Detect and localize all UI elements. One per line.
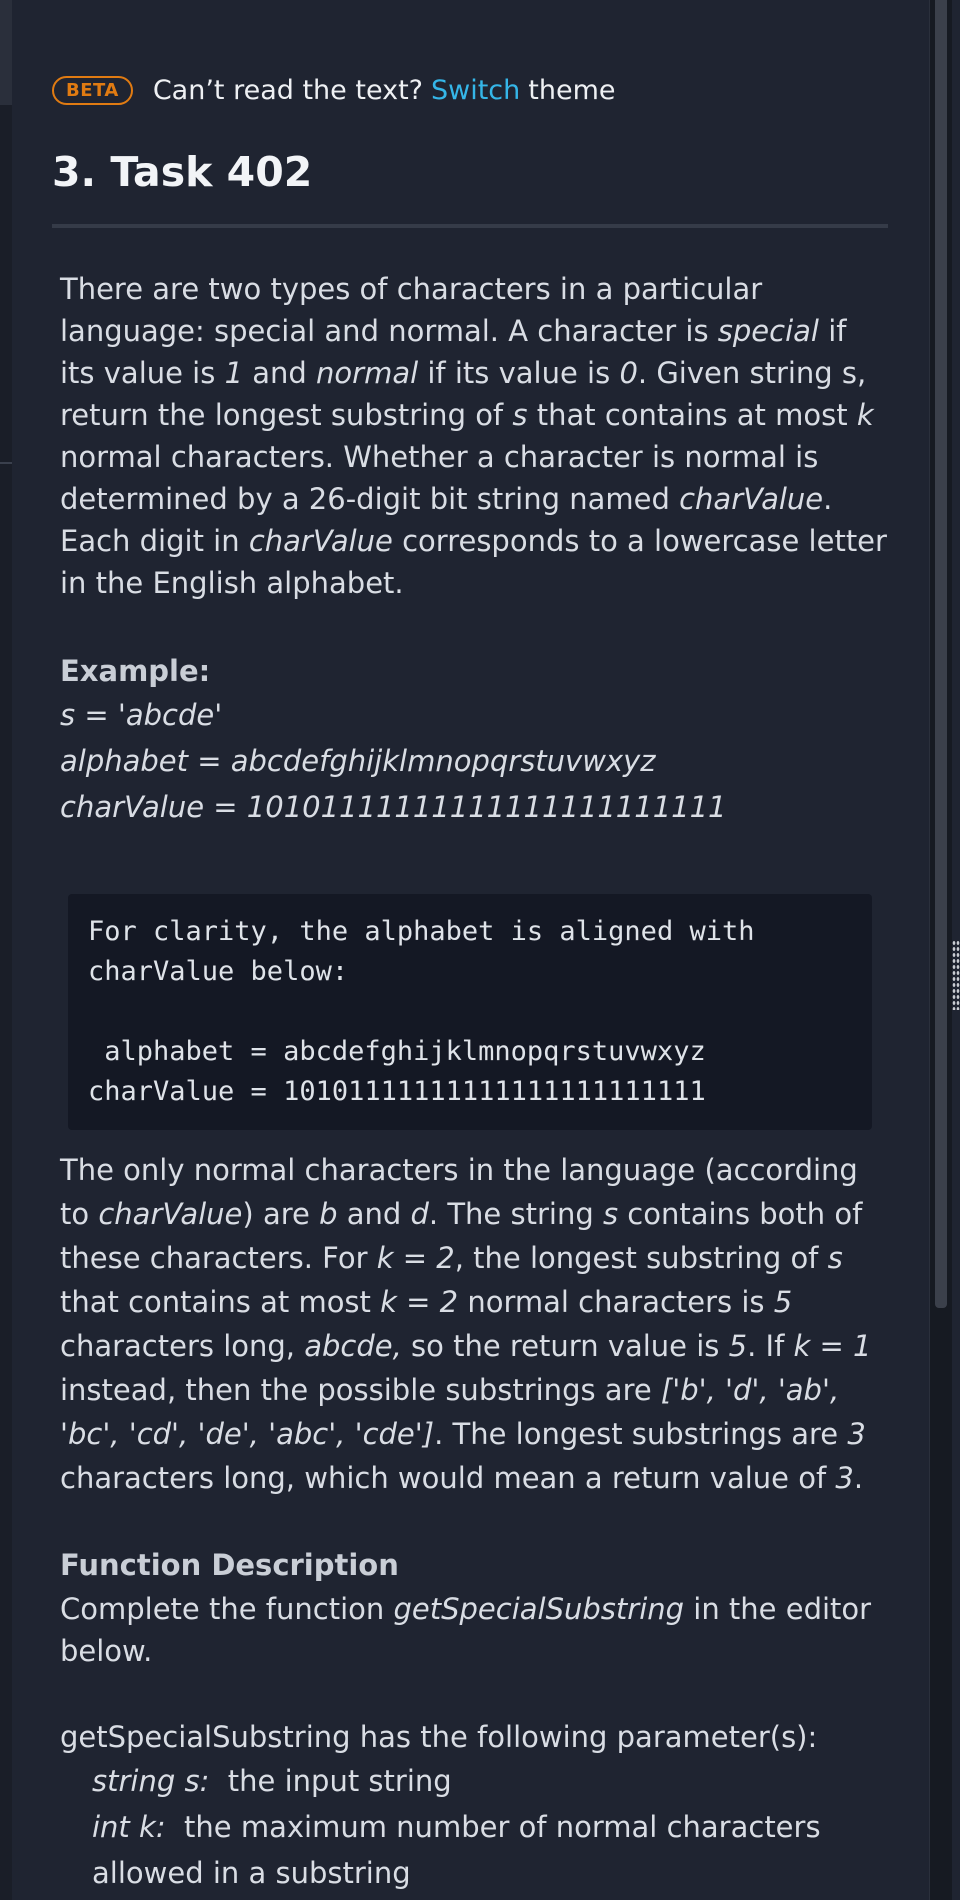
left-panel-edge: [0, 0, 12, 1900]
title-divider: [52, 224, 888, 228]
emphasis-text: k = 2: [376, 1241, 455, 1275]
explanation-paragraph: The only normal characters in the langua…: [60, 1148, 890, 1500]
left-panel-mark: [0, 0, 12, 105]
problem-body: There are two types of characters in a p…: [60, 268, 890, 1896]
emphasis-text: k: [856, 398, 874, 432]
text-run: . The string: [428, 1197, 603, 1231]
emphasis-text: 1: [224, 356, 244, 390]
function-description-text: Complete the function getSpecialSubstrin…: [60, 1588, 890, 1672]
emphasis-text: d: [410, 1197, 429, 1231]
emphasis-text: 3: [847, 1417, 866, 1451]
emphasis-text: charValue: [98, 1197, 243, 1231]
text-run: that contains at most: [527, 398, 857, 432]
parameter-name: int k:: [92, 1810, 166, 1844]
example-alphabet: alphabet = abcdefghijklmnopqrstuvwxyz: [60, 744, 656, 778]
text-run: if its value is: [418, 356, 620, 390]
emphasis-text: s: [827, 1241, 843, 1275]
left-panel-divider: [0, 462, 12, 464]
text-run: , the longest substring of: [454, 1241, 828, 1275]
emphasis-text: k = 2: [380, 1285, 459, 1319]
parameter-desc: the maximum number of normal characters …: [92, 1810, 821, 1890]
emphasis-text: charValue: [248, 524, 393, 558]
text-run: that contains at most: [60, 1285, 381, 1319]
emphasis-text: charValue: [679, 482, 824, 516]
code-block: For clarity, the alphabet is aligned wit…: [68, 894, 872, 1130]
scrollbar-thumb[interactable]: [935, 0, 947, 1308]
text-run: . The longest substrings are: [434, 1417, 848, 1451]
text-run: and: [243, 356, 317, 390]
emphasis-text: 0: [619, 356, 638, 390]
parameter-name: string s:: [92, 1764, 210, 1798]
emphasis-text: 5: [773, 1285, 793, 1319]
emphasis-text: s: [602, 1197, 619, 1231]
parameter-item: int k: the maximum number of normal char…: [60, 1804, 890, 1896]
parameter-desc: the input string: [227, 1764, 452, 1798]
parameter-item: string s: the input string: [60, 1758, 890, 1804]
text-run: instead, then the possible substrings ar…: [60, 1373, 661, 1407]
text-run: ) are: [242, 1197, 320, 1231]
emphasis-text: 3: [835, 1461, 854, 1495]
switch-theme-link[interactable]: Switch: [431, 75, 520, 106]
text-run: . If: [747, 1329, 794, 1363]
emphasis-text: abcde,: [304, 1329, 402, 1363]
text-run: so the return value is: [401, 1329, 729, 1363]
example-heading: Example:: [60, 654, 211, 688]
emphasis-text: normal: [316, 356, 419, 390]
example-s: s = 'abcde': [60, 698, 223, 732]
text-run: .: [853, 1461, 864, 1495]
example-section: Example: s = 'abcde' alphabet = abcdefgh…: [60, 650, 890, 830]
example-charvalue: charValue = 10101111111111111111111111: [60, 790, 727, 824]
description-paragraph: There are two types of characters in a p…: [60, 268, 890, 604]
emphasis-text: k = 1: [793, 1329, 872, 1363]
beta-badge: BETA: [52, 75, 133, 105]
text-run: characters long, which would mean a retu…: [60, 1461, 836, 1495]
emphasis-text: special: [717, 314, 819, 348]
panel-resize-handle[interactable]: [952, 940, 960, 1010]
theme-banner: BETA Can’t read the text? Switch theme: [52, 70, 616, 110]
emphasis-text: getSpecialSubstring: [393, 1592, 685, 1626]
text-run: Complete the function: [60, 1592, 394, 1626]
banner-text: Can’t read the text?: [152, 74, 423, 106]
emphasis-text: 5: [728, 1329, 748, 1363]
banner-text-after: theme: [528, 74, 616, 106]
function-description: Function Description Complete the functi…: [60, 1542, 890, 1672]
emphasis-text: b: [319, 1197, 338, 1231]
parameters-intro: getSpecialSubstring has the following pa…: [60, 1720, 818, 1754]
parameters-section: getSpecialSubstring has the following pa…: [60, 1716, 890, 1896]
text-run: There are two types of characters in a p…: [60, 272, 763, 348]
text-run: normal characters is: [458, 1285, 774, 1319]
text-run: and: [337, 1197, 411, 1231]
function-description-heading: Function Description: [60, 1548, 399, 1582]
problem-title: 3. Task 402: [52, 148, 313, 196]
emphasis-text: s: [512, 398, 528, 432]
text-run: characters long,: [60, 1329, 305, 1363]
